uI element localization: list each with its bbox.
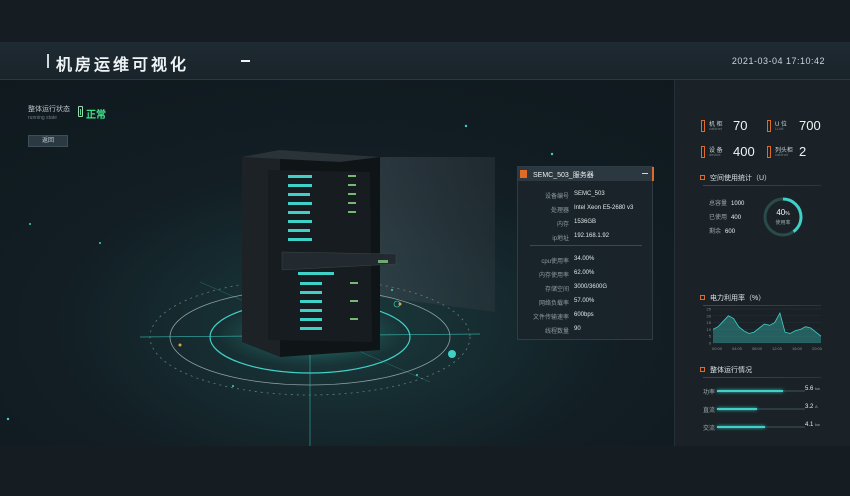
space-title: 空间使用统计（U） <box>710 175 772 182</box>
y-tick-label: 15 <box>707 320 712 325</box>
x-tick-label: 00:00 <box>712 346 723 351</box>
right-sidebar: 机 柜 cabinet 70 U 位 U-bit 700 设 备 device … <box>674 80 850 446</box>
power-area-chart: 2520 15 10 5 000:00 04:00 08:00 12:00 16:00 20:00 <box>707 307 823 352</box>
server-rack <box>242 150 397 357</box>
x-tick-label: 08:00 <box>752 346 763 351</box>
gauge-percent: 40% <box>776 208 790 217</box>
battery-icon <box>78 106 83 117</box>
panel-edge-accent <box>652 167 654 181</box>
overall-title: 整体运行情况 <box>710 367 752 374</box>
y-tick-label: 10 <box>707 327 712 332</box>
status-sublabel: running state <box>28 115 57 121</box>
location-pin-icon <box>520 170 527 178</box>
overall-section-icon <box>700 367 705 372</box>
space-section-icon <box>700 175 705 180</box>
space-row: 总容量 1000 <box>709 201 745 207</box>
head-cabinet-icon <box>767 146 771 158</box>
running-status: 整体运行状态 running state 正常 <box>28 104 106 121</box>
overall-row-power: 功率 5.6 kw <box>703 386 820 396</box>
letterbox-top <box>0 0 850 42</box>
y-tick-label: 20 <box>707 313 712 318</box>
section-divider <box>703 377 821 378</box>
title-dash <box>241 60 250 62</box>
page-title: 机房运维可视化 <box>56 57 190 74</box>
gauge-caption: 使用率 <box>775 220 791 226</box>
device-icon <box>701 146 705 158</box>
cabinet-icon <box>701 120 705 132</box>
status-value: 正常 <box>86 110 106 121</box>
datetime-display: 2021-03-04 17:10:42 <box>731 56 825 66</box>
space-row: 剩余 600 <box>709 229 736 235</box>
glass-wall <box>380 157 495 312</box>
usage-gauge: 40% 使用率 <box>761 195 805 239</box>
gauge-ring <box>763 197 803 237</box>
space-row: 已使用 400 <box>709 215 742 221</box>
y-tick-label: 0 <box>709 341 712 346</box>
panel-header: SEMC_503_服务器 <box>518 167 654 181</box>
power-chart-title: 电力利用率（%） <box>710 295 766 302</box>
overall-row-ac: 交流 4.1 kw <box>703 422 820 432</box>
x-tick-label: 20:00 <box>812 346 823 351</box>
status-label: 整体运行状态 <box>28 106 70 113</box>
back-button[interactable]: 返回 <box>28 135 68 147</box>
y-tick-label: 5 <box>709 334 712 339</box>
power-area <box>713 313 821 343</box>
x-tick-label: 04:00 <box>732 346 743 351</box>
minimize-icon[interactable] <box>642 173 648 174</box>
dashboard-stage: 机房运维可视化 2021-03-04 17:10:42 整体运行状态 runni… <box>0 42 850 446</box>
top-header: 机房运维可视化 2021-03-04 17:10:42 <box>0 42 850 80</box>
overall-row-dc: 直流 3.2 A <box>703 404 818 414</box>
panel-divider <box>530 245 642 246</box>
x-tick-label: 12:00 <box>772 346 783 351</box>
y-tick-label: 25 <box>707 307 712 312</box>
x-tick-label: 16:00 <box>792 346 803 351</box>
section-divider <box>703 185 821 186</box>
server-name: SEMC_503_服务器 <box>533 172 594 179</box>
server-info-panel: SEMC_503_服务器 设备编号 SEMC_503 处理器 Intel Xeon … <box>517 166 654 340</box>
u-bit-icon <box>767 120 771 132</box>
power-section-icon <box>700 295 705 300</box>
title-accent-bar <box>47 54 49 68</box>
letterbox-bottom <box>0 446 850 496</box>
